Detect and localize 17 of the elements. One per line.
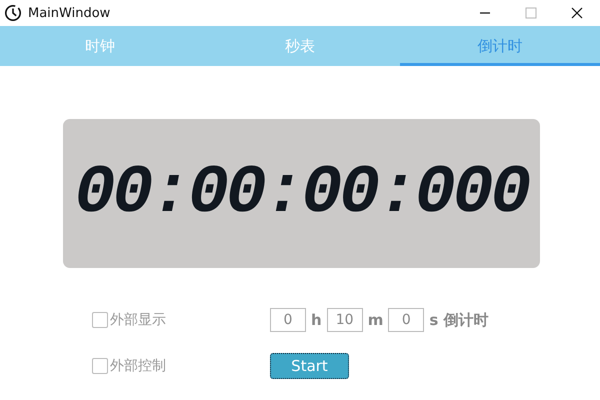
close-icon[interactable] [571,7,583,19]
checkbox[interactable] [92,312,108,328]
maximize-icon[interactable] [525,7,537,19]
unit-label: h [311,311,322,329]
number-field[interactable]: 10 [326,308,363,332]
start-button[interactable]: Start [270,353,349,379]
number-field[interactable]: 0 [388,308,424,332]
checkbox[interactable] [92,358,108,374]
countdown-label: 倒计时 [443,310,488,330]
time-display: 00:00:00:000 [63,119,540,268]
clock-icon [4,4,22,22]
checkbox-label: 外部控制 [110,357,166,375]
unit-label: m [368,311,384,329]
unit-label: s [429,311,438,329]
window-title: MainWindow [28,6,110,20]
number-field[interactable]: 0 [270,308,306,332]
checkbox-label: 外部显示 [110,311,166,329]
